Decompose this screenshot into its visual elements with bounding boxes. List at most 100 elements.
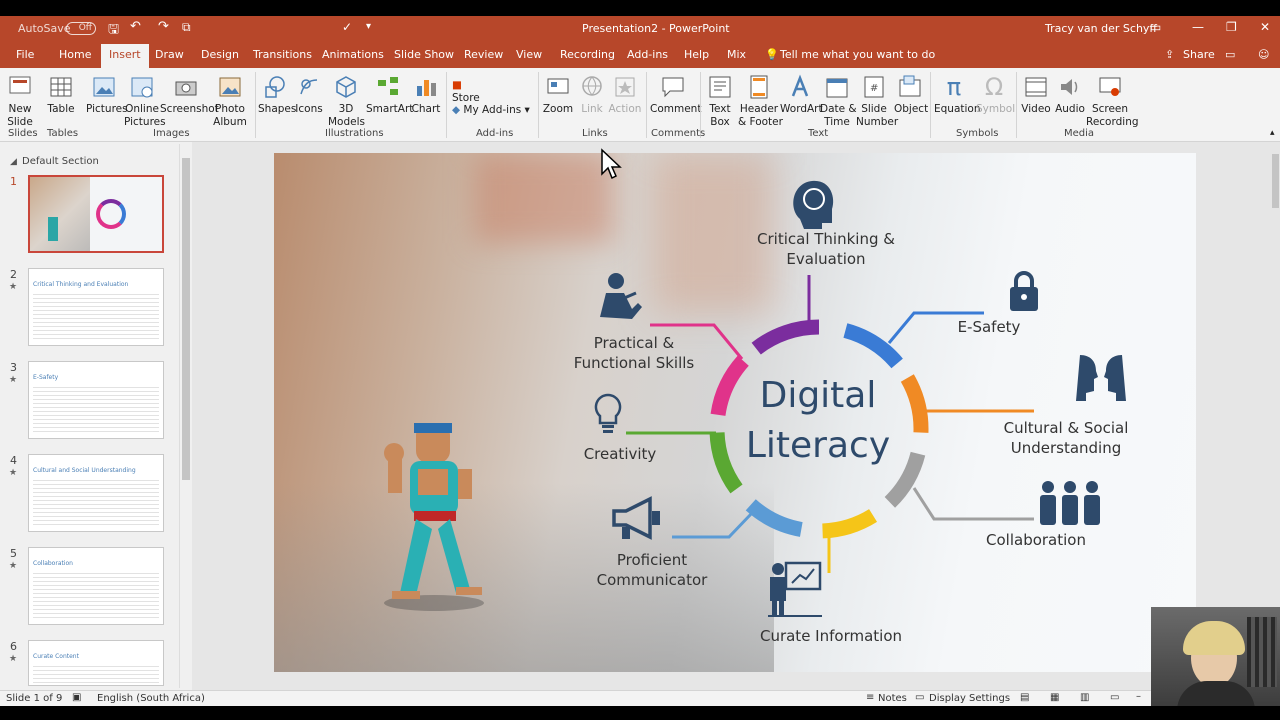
user-name[interactable]: Tracy van der Schyff [1045,22,1157,35]
header-footer-button[interactable]: Header & Footer [738,74,783,129]
comments-icon[interactable]: ▭ [1225,48,1235,61]
thumbnail-pane: ◢ Default Section 1 2 ★ Critical Thinkin… [0,142,192,690]
3d-models-button[interactable]: 3D Models [328,74,365,129]
notes-button[interactable]: Notes [878,693,907,704]
arc-curate [822,509,878,539]
tab-file[interactable]: File [16,48,34,61]
action-button[interactable]: Action [608,74,642,116]
tab-animations[interactable]: Animations [322,48,384,61]
undo-icon[interactable]: ↶ [130,19,141,34]
slide-number: 4 [10,454,17,467]
tab-design[interactable]: Design [201,48,239,61]
display-settings-button[interactable]: Display Settings [929,693,1010,704]
online-pictures-button[interactable]: Online Pictures [124,74,166,129]
restore-icon[interactable]: ❐ [1226,20,1237,34]
slide-thumbnail-4[interactable]: Cultural and Social Understanding [28,454,164,532]
label-collaboration[interactable]: Collaboration [976,530,1096,550]
customize-qat-icon[interactable]: ▾ [366,21,371,32]
photo-album-button[interactable]: Photo Album [212,74,248,129]
pictures-button[interactable]: Pictures [86,74,128,116]
tab-slide-show[interactable]: Slide Show [394,48,454,61]
tab-mix[interactable]: Mix [727,48,746,61]
slide-scrollbar-thumb[interactable] [1272,154,1279,208]
spell-check-icon[interactable]: ▣ [72,692,81,703]
equation-button[interactable]: π Equation [934,74,981,116]
slide-thumbnail-2[interactable]: Critical Thinking and Evaluation [28,268,164,346]
minimize-icon[interactable]: — [1192,20,1204,34]
scrollbar-thumb[interactable] [182,158,190,480]
reading-view-icon[interactable]: ▥ [1080,692,1089,703]
video-button[interactable]: Video [1020,74,1052,116]
tab-add-ins[interactable]: Add-ins [627,48,668,61]
slide-thumbnail-1[interactable] [28,175,164,253]
arc-esafety [843,323,903,369]
table-button[interactable]: Table [46,74,76,116]
tab-transitions[interactable]: Transitions [253,48,312,61]
section-collapse-icon[interactable]: ◢ [10,157,17,167]
label-creativity[interactable]: Creativity [564,444,676,464]
section-name[interactable]: Default Section [22,156,99,167]
screen-recording-button[interactable]: Screen Recording [1086,74,1139,129]
tab-help[interactable]: Help [684,48,709,61]
addins-icon: ◆ [452,104,461,116]
text-box-button[interactable]: Text Box [704,74,736,129]
tab-view[interactable]: View [516,48,542,61]
close-icon[interactable]: ✕ [1260,20,1270,34]
label-critical-thinking[interactable]: Critical Thinking & Evaluation [726,229,926,269]
label-cultural[interactable]: Cultural & Social Understanding [986,418,1146,458]
slide-thumbnail-6[interactable]: Curate Content [28,640,164,686]
redo-icon[interactable]: ↷ [158,19,169,34]
center-title-line2[interactable]: Literacy [718,423,918,469]
label-proficient[interactable]: Proficient Communicator [572,550,732,590]
slide-sorter-icon[interactable]: ▦ [1050,692,1059,703]
tab-insert[interactable]: Insert [101,44,149,68]
ribbon-display-icon[interactable]: ▭ [1150,20,1161,34]
zoom-out-icon[interactable]: – [1136,691,1141,702]
tab-review[interactable]: Review [464,48,503,61]
screenshot-button[interactable]: Screenshot [160,74,219,116]
language-indicator[interactable]: English (South Africa) [97,693,205,704]
symbol-button[interactable]: Ω Symbol [976,74,1015,116]
wordart-button[interactable]: WordArt [780,74,823,116]
new-slide-button[interactable]: New Slide [6,74,34,129]
notes-icon: ≡ [866,692,875,703]
my-addins-button[interactable]: ◆ My Add-ins ▾ [452,104,532,117]
spelling-icon[interactable]: ✓ [342,20,352,34]
object-button[interactable]: Object [894,74,928,116]
slideshow-view-icon[interactable]: ▭ [1110,692,1119,703]
label-esafety[interactable]: E-Safety [934,317,1044,337]
slide-thumbnail-5[interactable]: Collaboration [28,547,164,625]
store-button[interactable]: ■ Store [452,79,492,105]
label-practical[interactable]: Practical & Functional Skills [554,333,714,373]
chart-button[interactable]: Chart [410,74,442,116]
tab-home[interactable]: Home [59,48,91,61]
shapes-button[interactable]: Shapes [258,74,296,116]
label-curate[interactable]: Curate Information [749,626,913,646]
table-icon [50,77,72,97]
collapse-ribbon-icon[interactable]: ▴ [1270,128,1275,138]
zoom-button[interactable]: Zoom [542,74,574,116]
comment-button[interactable]: Comment [650,74,701,116]
slide-number-button[interactable]: # Slide Number [856,74,898,129]
date-time-button[interactable]: Date & Time [820,74,857,129]
icons-button[interactable]: Icons [294,74,324,116]
thumbnail-scrollbar[interactable] [179,144,191,688]
slide-canvas[interactable]: Critical Thinking & Evaluation E-Safety … [274,153,1196,672]
group-slides-label: Slides [8,128,38,139]
slide-scrollbar[interactable] [1270,142,1280,608]
share-button[interactable]: Share [1183,48,1215,61]
tab-draw[interactable]: Draw [155,48,184,61]
smiley-icon[interactable]: ☺ [1258,48,1269,61]
group-links-label: Links [582,128,608,139]
slide-thumbnail-3[interactable]: E-Safety [28,361,164,439]
smartart-button[interactable]: SmartArt [366,74,413,116]
tell-me-search[interactable]: Tell me what you want to do [780,48,935,61]
link-button[interactable]: Link [578,74,606,116]
present-icon[interactable]: ⧉ [182,20,191,35]
autosave-toggle[interactable]: Off [66,22,96,35]
tab-recording[interactable]: Recording [560,48,615,61]
audio-button[interactable]: Audio [1054,74,1086,116]
center-title-line1[interactable]: Digital [718,373,918,419]
save-icon[interactable]: 🖫 [108,20,119,42]
normal-view-icon[interactable]: ▤ [1020,692,1029,703]
